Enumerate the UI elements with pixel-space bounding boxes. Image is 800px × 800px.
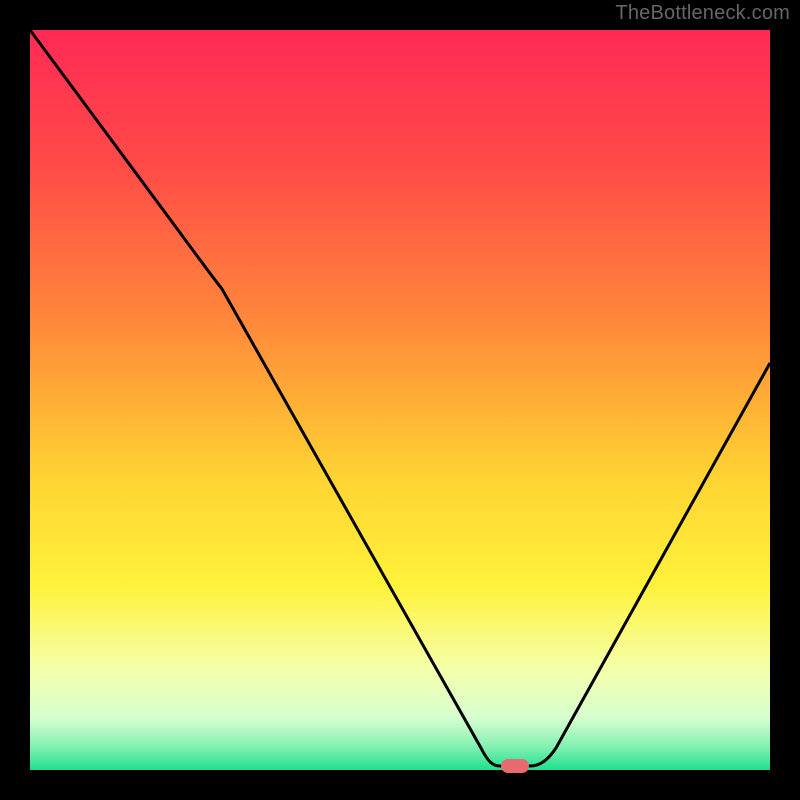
- watermark-label: TheBottleneck.com: [615, 2, 790, 25]
- chart-svg: [30, 30, 770, 770]
- gradient-background: [30, 30, 770, 770]
- optimal-marker: [501, 759, 529, 773]
- bottleneck-chart: [30, 30, 770, 770]
- chart-container: TheBottleneck.com: [0, 0, 800, 800]
